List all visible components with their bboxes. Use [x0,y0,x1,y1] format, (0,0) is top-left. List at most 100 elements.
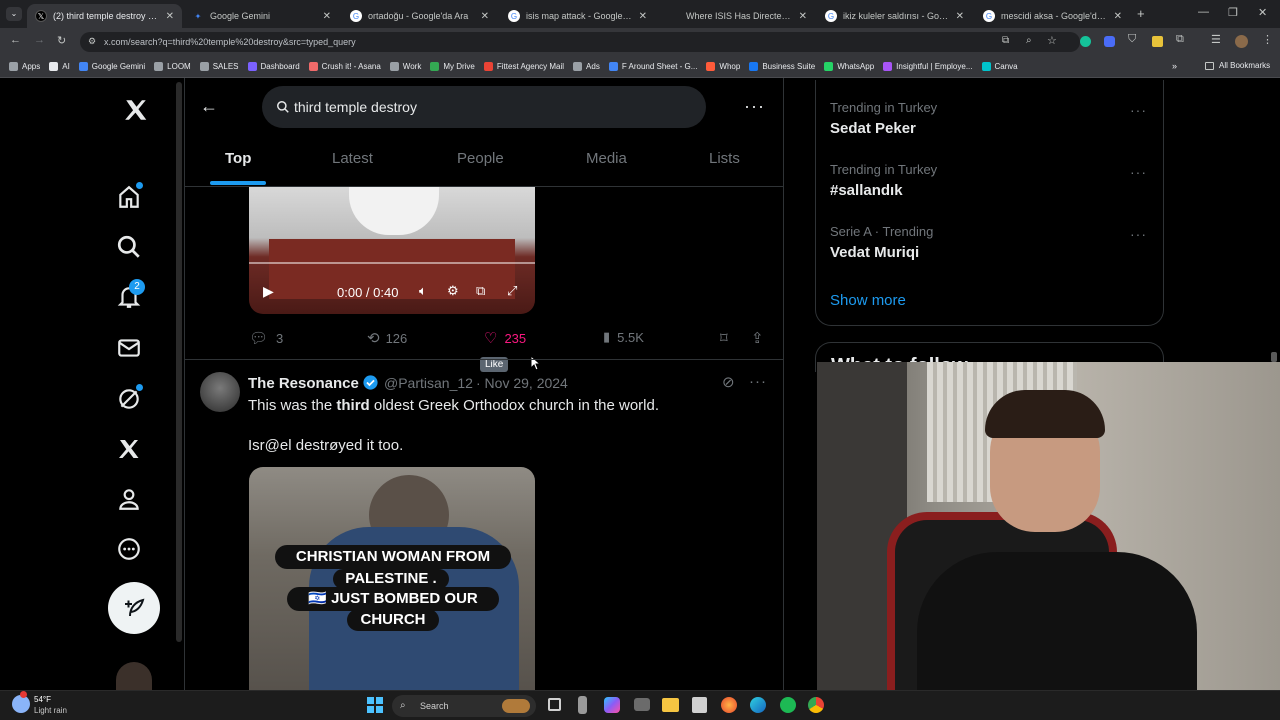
post2-date[interactable]: · Nov 29, 2024 [476,375,568,391]
shield-extension-icon[interactable]: ⛉ [1128,33,1136,46]
close-tab-icon[interactable]: ✕ [799,11,807,22]
bookmark-item[interactable]: Canva [981,62,1018,71]
bookmark-item[interactable]: Dashboard [247,62,300,71]
trend-more-icon[interactable]: ··· [1130,226,1147,242]
bookmark-item[interactable]: Apps [9,62,40,71]
new-tab-icon[interactable]: + [1137,6,1145,21]
bookmark-item[interactable]: Crush it! - Asana [308,62,381,71]
bookmark-item[interactable]: WhatsApp [824,62,874,71]
trend-item[interactable]: Vedat Muriqi [830,244,919,261]
camera-app-icon[interactable] [634,698,650,711]
fullscreen-icon[interactable]: ⤢ [507,283,517,299]
bookmark-item[interactable]: AI [49,62,70,71]
bookmark-item[interactable]: Whop [706,62,740,71]
tab-people[interactable]: People [457,150,504,167]
close-tab-icon[interactable]: ✕ [956,11,964,22]
grok-icon[interactable] [114,384,144,414]
close-tab-icon[interactable]: ✕ [166,11,174,22]
post1-video[interactable]: ▶ 0:00 / 0:40 🔈︎ ⚙ ⧉ ⤢ [249,187,535,314]
picture-in-picture-icon[interactable]: ⧉ [476,283,485,299]
zoom-icon[interactable]: ⌕ [1026,35,1032,46]
tab-search-button[interactable]: ⌄ [6,7,22,21]
bookmark-item[interactable]: Insightful | Employe... [883,62,973,71]
trend-item[interactable]: #sallandık [830,182,903,199]
browser-tab-ortadogu[interactable]: G ortadoğu - Google'da Ara ✕ [342,4,497,28]
play-icon[interactable]: ▶ [263,283,274,300]
windows-start-icon[interactable] [367,697,383,713]
home-icon[interactable] [114,182,144,212]
bookmark-item[interactable]: My Drive [430,62,475,71]
weather-icon[interactable] [12,695,30,713]
tab-top[interactable]: Top [225,150,251,167]
bookmark-item[interactable]: Work [389,62,421,71]
address-bar[interactable]: ⚙ x.com/search?q=third%20temple%20destro… [80,32,1080,52]
more-bookmarks-icon[interactable]: » [1172,61,1177,71]
extensions-puzzle-icon[interactable]: ⧉ [1176,33,1184,46]
edge-icon[interactable] [750,697,766,713]
extension-icon[interactable] [1104,36,1115,47]
notifications-bell-icon[interactable]: 2 [114,279,145,312]
restore-icon[interactable]: ❐ [1228,6,1238,19]
bookmark-icon[interactable]: ⌑ [720,329,728,347]
show-more-link[interactable]: Show more [830,292,906,309]
chrome-menu-icon[interactable]: ⋮ [1262,33,1273,46]
bookmark-item[interactable]: Google Gemini [78,62,145,71]
bookmark-item[interactable]: LOOM [154,62,191,71]
trend-item[interactable]: Sedat Peker [830,120,916,137]
browser-tab-gemini[interactable]: ✦ Google Gemini ✕ [184,4,339,28]
tab-manager-icon[interactable]: ☰ [1211,33,1221,46]
close-tab-icon[interactable]: ✕ [323,11,331,22]
browser-tab-where-isis[interactable]: Where ISIS Has Directed and In ✕ [660,4,815,28]
browser-tab-x[interactable]: 𝕏 (2) third temple destroy - Search / X … [27,4,182,28]
grok-explain-icon[interactable]: ⊘ [722,373,735,391]
account-avatar[interactable] [116,662,152,690]
close-tab-icon[interactable]: ✕ [639,11,647,22]
trend-more-icon[interactable]: ··· [1130,102,1147,118]
install-app-icon[interactable]: ⧉ [1002,35,1009,46]
grammarly-extension-icon[interactable] [1080,36,1091,47]
premium-x-icon[interactable] [114,434,144,464]
copilot-icon[interactable] [604,697,620,713]
bookmark-item[interactable]: SALES [199,62,239,71]
bookmark-item[interactable]: Business Suite [749,62,815,71]
tab-media[interactable]: Media [586,150,627,167]
back-arrow-icon[interactable]: ← [200,96,218,117]
close-tab-icon[interactable]: ✕ [481,11,489,22]
task-view-icon[interactable] [548,698,561,711]
file-explorer-icon[interactable] [662,698,679,712]
forward-icon[interactable]: → [34,34,45,46]
post2-author-name[interactable]: The Resonance [248,375,359,392]
post2-avatar[interactable] [200,372,240,412]
settings-gear-icon[interactable]: ⚙ [447,283,459,299]
extension-icon[interactable] [1152,36,1163,47]
left-scrollbar[interactable] [176,82,182,642]
post2-handle[interactable]: @Partisan_12 [384,375,473,391]
chrome-icon[interactable] [808,697,824,713]
profile-avatar[interactable] [1235,35,1248,48]
reply-button[interactable]: 💬︎ 3 [249,329,283,347]
site-info-icon[interactable]: ⚙ [88,36,96,47]
taskbar-search-box[interactable]: ⌕ Search [392,695,536,717]
views-button[interactable]: ▮ 5.5K [603,329,644,345]
close-tab-icon[interactable]: ✕ [1114,11,1122,22]
video-progress-bar[interactable] [249,262,535,264]
search-input[interactable]: third temple destroy [262,86,706,128]
firefox-icon[interactable] [721,697,737,713]
close-window-icon[interactable]: ✕ [1258,6,1267,19]
post-more-icon[interactable]: ··· [749,373,767,390]
page-scrollbar[interactable] [1271,352,1277,362]
calculator-icon[interactable] [692,697,707,713]
bookmark-item[interactable]: Ads [573,62,600,71]
all-bookmarks-button[interactable]: All Bookmarks [1219,61,1270,70]
search-options-icon[interactable]: ··· [744,96,765,117]
x-logo-icon[interactable] [116,92,156,128]
trend-more-icon[interactable]: ··· [1130,164,1147,180]
tab-lists[interactable]: Lists [709,150,740,167]
browser-tab-isis-map[interactable]: G isis map attack - Google'da Ara ✕ [500,4,655,28]
spotify-icon[interactable] [780,697,796,713]
more-circle-icon[interactable] [114,534,144,564]
bookmark-item[interactable]: Fittest Agency Mail [483,62,564,71]
messages-envelope-icon[interactable] [114,333,144,363]
reload-icon[interactable]: ↻ [57,34,66,47]
volume-icon[interactable]: 🔈︎ [419,283,427,299]
